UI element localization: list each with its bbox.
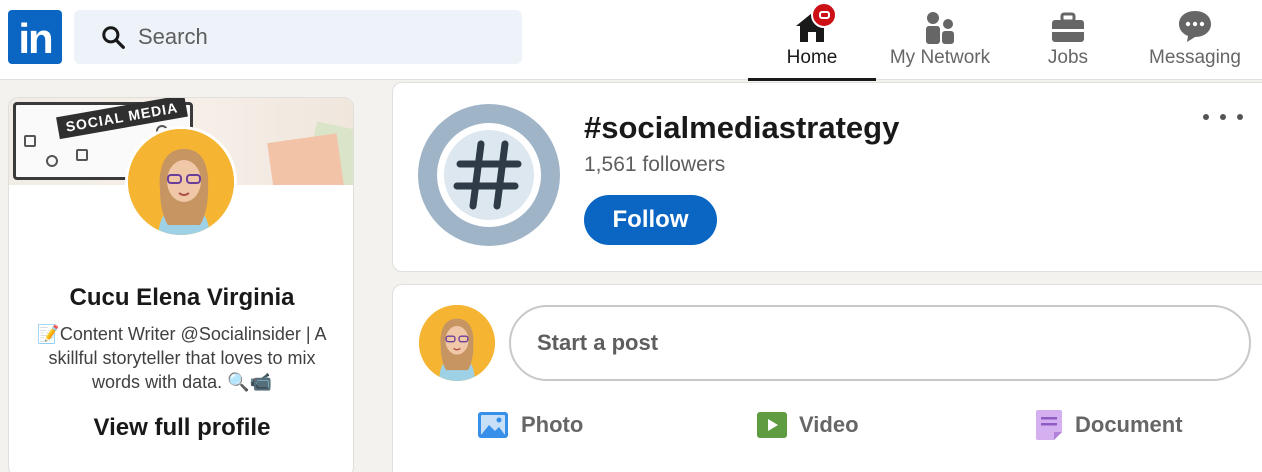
follow-button[interactable]: Follow bbox=[584, 195, 717, 245]
photo-icon bbox=[478, 412, 508, 438]
document-icon bbox=[1036, 410, 1062, 440]
video-button[interactable]: Video bbox=[757, 407, 859, 443]
more-options-icon[interactable] bbox=[1203, 107, 1243, 127]
nav-messaging[interactable]: Messaging bbox=[1140, 0, 1250, 80]
search-input[interactable] bbox=[138, 24, 498, 50]
profile-card: SOCIAL MEDIA Cucu Elena Virginia 📝Conten… bbox=[8, 97, 354, 472]
video-label: Video bbox=[799, 412, 859, 437]
active-tab-indicator bbox=[748, 78, 876, 81]
briefcase-icon bbox=[1045, 4, 1091, 44]
profile-headline: 📝Content Writer @Socialinsider | A skill… bbox=[37, 324, 327, 392]
post-composer: Start a post Photo Video Document bbox=[392, 284, 1262, 472]
message-icon bbox=[1172, 4, 1218, 44]
nav-home-label: Home bbox=[786, 47, 838, 68]
profile-name[interactable]: Cucu Elena Virginia bbox=[9, 284, 353, 312]
network-icon bbox=[917, 4, 963, 44]
hashtag-card: #socialmediastrategy 1,561 followers Fol… bbox=[392, 82, 1262, 272]
followers-count: 1,561 followers bbox=[584, 153, 726, 176]
nav-my-network[interactable]: My Network bbox=[878, 0, 1002, 80]
document-button[interactable]: Document bbox=[1035, 407, 1183, 443]
start-post-button[interactable]: Start a post bbox=[509, 305, 1251, 381]
photo-button[interactable]: Photo bbox=[477, 407, 583, 443]
search-icon bbox=[102, 26, 125, 49]
photo-label: Photo bbox=[521, 412, 584, 437]
document-label: Document bbox=[1075, 412, 1183, 437]
search-box[interactable] bbox=[74, 10, 522, 64]
home-icon bbox=[789, 2, 837, 44]
nav-jobs[interactable]: Jobs bbox=[1028, 0, 1108, 80]
composer-avatar[interactable] bbox=[419, 305, 495, 381]
hashtag-title: #socialmediastrategy bbox=[584, 110, 900, 145]
nav-my-network-label: My Network bbox=[889, 47, 991, 68]
logo-text: in bbox=[18, 15, 53, 62]
view-full-profile-link[interactable]: View full profile bbox=[9, 414, 353, 442]
profile-avatar[interactable] bbox=[125, 126, 237, 238]
top-nav-bar: in Home My Network bbox=[0, 0, 1262, 81]
linkedin-logo[interactable]: in bbox=[8, 10, 62, 64]
video-icon bbox=[757, 412, 787, 438]
hashtag-icon bbox=[418, 104, 560, 246]
nav-home[interactable]: Home bbox=[748, 0, 876, 81]
nav-messaging-label: Messaging bbox=[1149, 47, 1241, 68]
notification-badge bbox=[811, 2, 837, 28]
nav-jobs-label: Jobs bbox=[1047, 47, 1089, 68]
